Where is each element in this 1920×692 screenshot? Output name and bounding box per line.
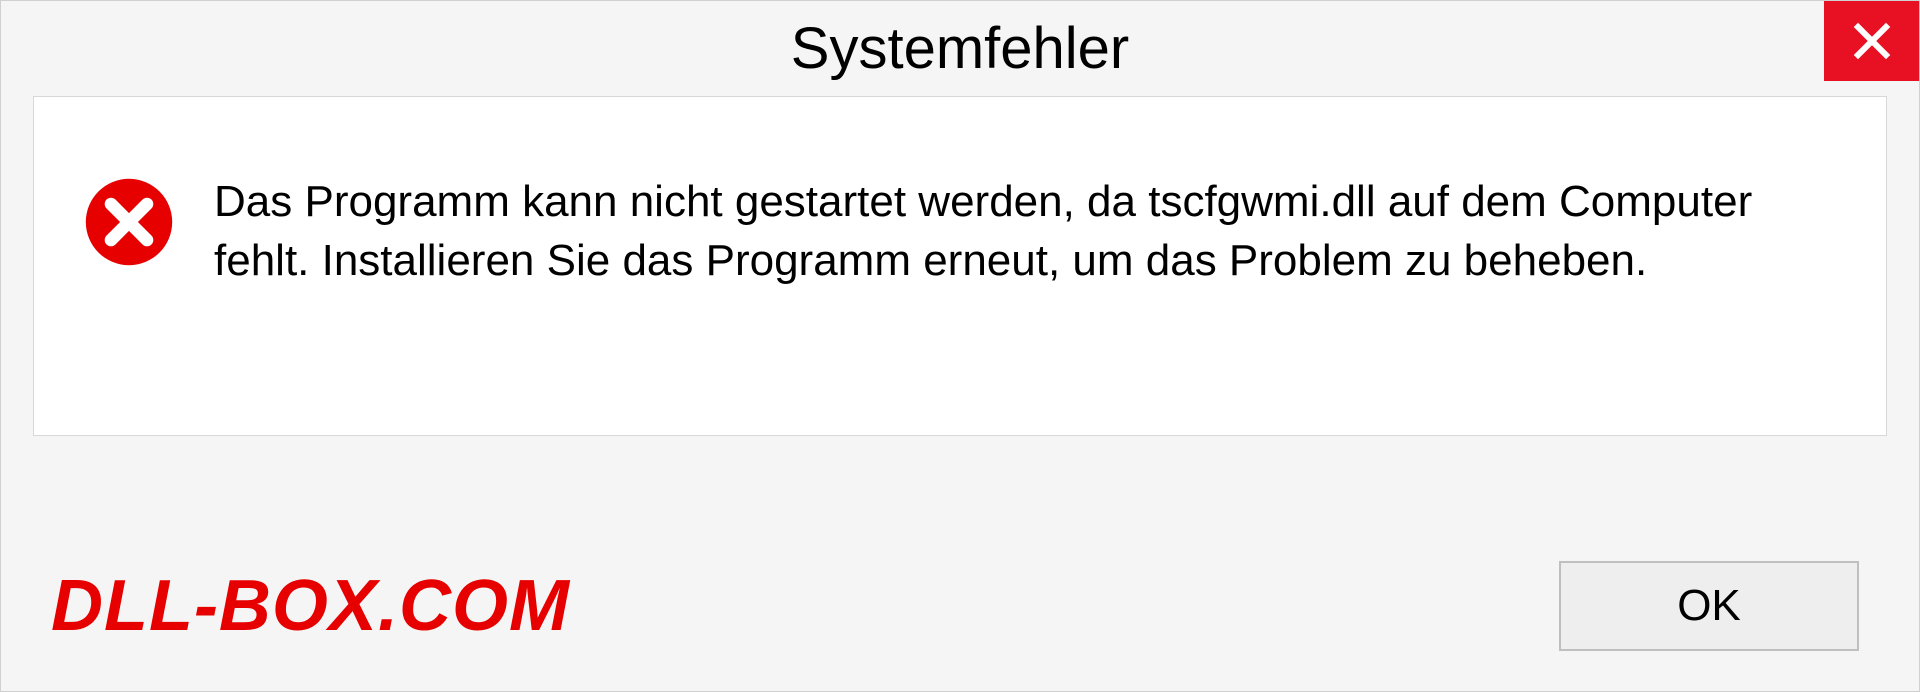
watermark-text: DLL-BOX.COM <box>51 565 570 647</box>
error-dialog: Systemfehler Das Programm kann nicht ges… <box>0 0 1920 692</box>
error-icon-wrapper <box>84 167 174 267</box>
ok-button[interactable]: OK <box>1559 561 1859 651</box>
title-bar: Systemfehler <box>1 1 1919 96</box>
error-message: Das Programm kann nicht gestartet werden… <box>214 167 1836 291</box>
dialog-title: Systemfehler <box>791 15 1129 82</box>
dialog-footer: DLL-BOX.COM OK <box>1 521 1919 691</box>
close-icon <box>1852 21 1892 61</box>
close-button[interactable] <box>1824 1 1919 81</box>
error-icon <box>84 177 174 267</box>
dialog-content: Das Programm kann nicht gestartet werden… <box>33 96 1887 436</box>
